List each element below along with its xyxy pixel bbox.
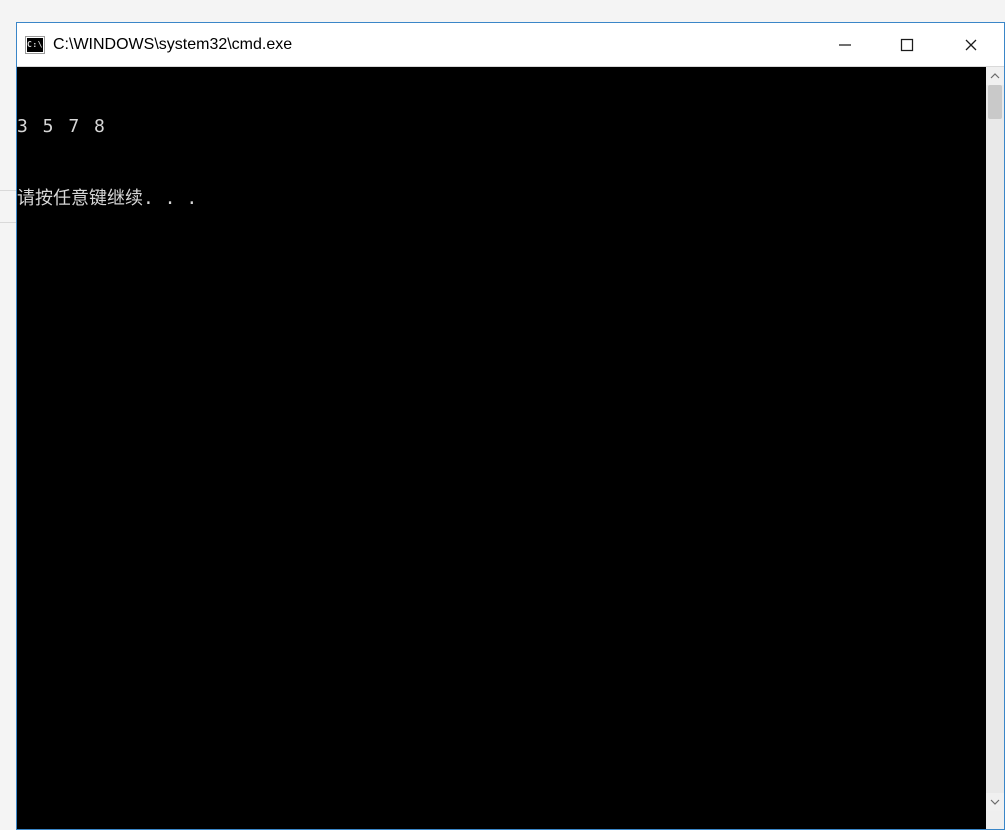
window-title: C:\WINDOWS\system32\cmd.exe xyxy=(53,36,814,54)
titlebar[interactable]: C:\ C:\WINDOWS\system32\cmd.exe xyxy=(17,23,1004,67)
scroll-up-button[interactable] xyxy=(986,67,1004,85)
scroll-down-button[interactable] xyxy=(986,793,1004,811)
chevron-down-icon xyxy=(990,797,1000,807)
minimize-icon xyxy=(837,37,853,53)
window-controls xyxy=(814,23,1004,66)
scrollbar-corner xyxy=(986,811,1004,829)
minimize-button[interactable] xyxy=(814,23,876,66)
maximize-button[interactable] xyxy=(876,23,938,66)
cmd-icon: C:\ xyxy=(25,36,45,54)
cmd-window: C:\ C:\WINDOWS\system32\cmd.exe 3 5 7 8 … xyxy=(16,22,1005,830)
chevron-up-icon xyxy=(990,71,1000,81)
console-output[interactable]: 3 5 7 8 请按任意键继续. . . xyxy=(17,67,986,829)
scrollbar-thumb[interactable] xyxy=(988,85,1002,119)
console-line: 请按任意键继续. . . xyxy=(17,187,986,211)
console-client-area: 3 5 7 8 请按任意键继续. . . xyxy=(17,67,1004,829)
close-icon xyxy=(963,37,979,53)
maximize-icon xyxy=(900,38,914,52)
console-line: 3 5 7 8 xyxy=(17,115,986,139)
close-button[interactable] xyxy=(938,23,1004,66)
vertical-scrollbar[interactable] xyxy=(986,67,1004,811)
